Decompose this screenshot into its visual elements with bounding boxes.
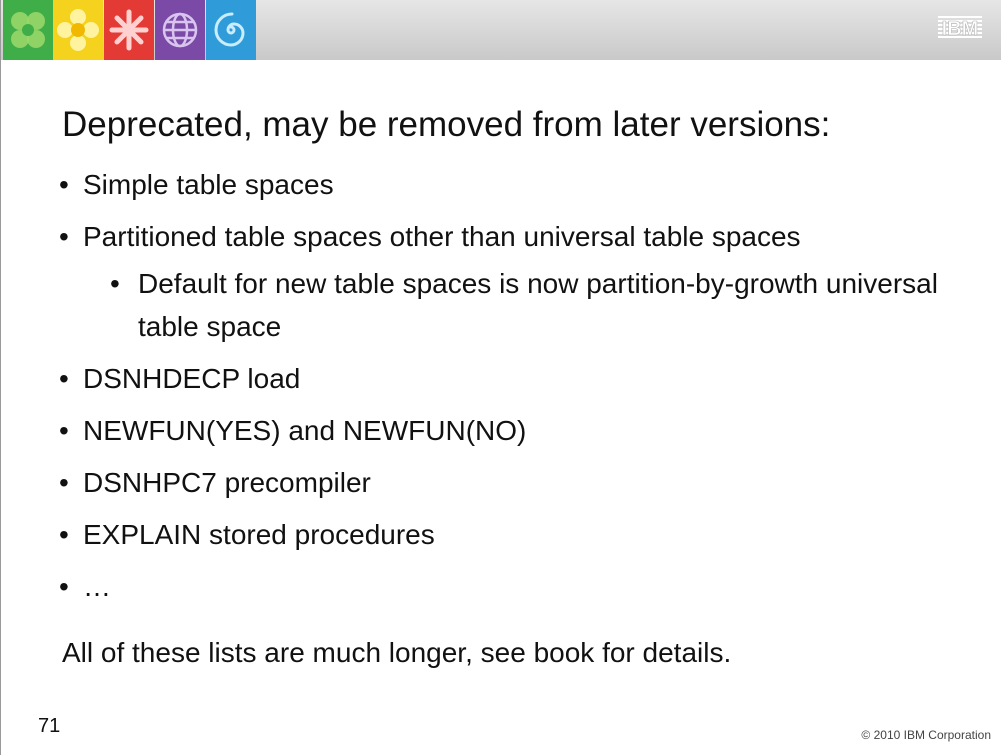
list-item: • DSNHDECP load [59, 362, 979, 396]
list-item: • DSNHPC7 precompiler [59, 466, 979, 500]
bullet-marker: • [59, 467, 69, 498]
bullet-marker: • [59, 363, 69, 394]
bullet-text: Partitioned table spaces other than univ… [83, 221, 801, 252]
header-bar: IBM [1, 0, 1001, 60]
bullet-marker: • [59, 415, 69, 446]
bullet-marker: • [59, 169, 69, 200]
slide-title: Deprecated, may be removed from later ve… [62, 105, 831, 144]
page-number: 71 [38, 715, 61, 737]
bullet-marker: • [110, 268, 120, 299]
bullet-text: NEWFUN(YES) and NEWFUN(NO) [83, 415, 527, 446]
flower-icon [53, 0, 103, 60]
list-item: • Simple table spaces [59, 168, 979, 202]
spiral-icon [206, 0, 256, 60]
bullet-marker: • [59, 571, 69, 602]
bullet-text: DSNHDECP load [83, 363, 301, 394]
copyright-notice: © 2010 IBM Corporation [861, 728, 991, 742]
bullet-list: • Simple table spaces • Partitioned tabl… [59, 168, 979, 622]
list-item: • EXPLAIN stored procedures [59, 518, 979, 552]
bullet-text: EXPLAIN stored procedures [83, 519, 435, 550]
bullet-text: Simple table spaces [83, 169, 334, 200]
bullet-marker: • [59, 519, 69, 550]
list-item: • Partitioned table spaces other than un… [59, 220, 979, 254]
bullet-text: DSNHPC7 precompiler [83, 467, 371, 498]
svg-text:IBM: IBM [942, 18, 979, 40]
bullet-text: … [83, 571, 111, 602]
globe-icon [155, 0, 205, 60]
list-item: • … [59, 570, 979, 604]
bullet-marker: • [59, 221, 69, 252]
list-item: • NEWFUN(YES) and NEWFUN(NO) [59, 414, 979, 448]
slide: IBM Deprecated, may be removed from late… [0, 0, 1001, 755]
sub-list-item: • Default for new table spaces is now pa… [110, 262, 960, 348]
asterisk-icon [104, 0, 154, 60]
ibm-logo: IBM [938, 14, 982, 42]
closing-note: All of these lists are much longer, see … [62, 637, 732, 668]
clover-icon [3, 0, 53, 60]
sub-bullet-text: Default for new table spaces is now part… [138, 268, 938, 342]
